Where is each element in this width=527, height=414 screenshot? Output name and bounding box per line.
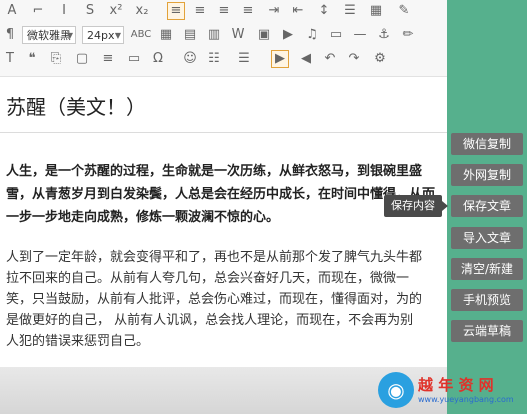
video-icon[interactable]: ▶ bbox=[280, 27, 296, 43]
word-icon[interactable]: W bbox=[230, 27, 246, 43]
web-copy-button[interactable]: 外网复制 bbox=[451, 164, 523, 186]
pen-icon[interactable]: ✏ bbox=[400, 27, 416, 43]
rtl-icon[interactable]: ◀ bbox=[298, 51, 314, 67]
quote-icon[interactable]: ❝ bbox=[24, 51, 40, 67]
insert-col-icon[interactable]: ▥ bbox=[206, 27, 222, 43]
emoji-icon[interactable]: ☺ bbox=[182, 51, 198, 67]
table-icon[interactable]: ▦ bbox=[368, 3, 384, 19]
article-title[interactable]: 苏醒（美文！） bbox=[6, 91, 146, 120]
paragraph-icon[interactable]: ¶ bbox=[2, 27, 18, 43]
save-tooltip: 保存内容 bbox=[384, 195, 448, 217]
image-icon[interactable]: ▣ bbox=[256, 27, 272, 43]
site-watermark: ◉ 越 年 资 网 www.yueyangbang.com bbox=[378, 368, 527, 414]
font-family-select[interactable]: 微软雅黑 ▼ bbox=[22, 26, 76, 44]
italic-icon[interactable]: I bbox=[56, 3, 72, 19]
body-paragraph[interactable]: 人到了一定年龄，就会变得平和了，再也不是从前那个发了脾气九头牛都拉不回来的自己。… bbox=[6, 247, 426, 352]
font-size-value: 24px bbox=[87, 29, 115, 42]
unordered-list-icon[interactable]: ☰ bbox=[236, 51, 252, 67]
editor-toolbar: A ⌐ I S x² x₂ ≡ ≡ ≡ ≡ ⇥ ⇤ ↕ ☰ ▦ ✎ ¶ 微软雅黑… bbox=[0, 0, 447, 77]
clear-new-button[interactable]: 清空/新建 bbox=[451, 258, 523, 280]
ltr-icon[interactable]: ▶ bbox=[271, 50, 289, 68]
toolbar-row-1: A ⌐ I S x² x₂ ≡ ≡ ≡ ≡ ⇥ ⇤ ↕ ☰ ▦ ✎ bbox=[0, 0, 447, 22]
format-painter-icon[interactable]: ▢ bbox=[74, 51, 90, 67]
indent-icon[interactable]: ⇥ bbox=[266, 3, 282, 19]
text-icon[interactable]: T bbox=[2, 51, 18, 67]
music-icon[interactable]: ♫ bbox=[304, 27, 320, 43]
chevron-down-icon: ▼ bbox=[114, 31, 121, 40]
source-icon[interactable]: ⚙ bbox=[372, 51, 388, 67]
format-icon[interactable]: ⎘ bbox=[48, 51, 64, 67]
subscript-icon[interactable]: x₂ bbox=[134, 3, 150, 19]
doc-icon[interactable]: ▭ bbox=[126, 51, 142, 67]
hr-icon[interactable]: ≡ bbox=[100, 51, 116, 67]
wechat-copy-button[interactable]: 微信复制 bbox=[451, 133, 523, 155]
align-left-icon[interactable]: ≡ bbox=[167, 2, 185, 20]
cloud-draft-button[interactable]: 云端草稿 bbox=[451, 320, 523, 342]
case-icon[interactable]: ABC bbox=[130, 27, 152, 43]
editor-content[interactable]: 苏醒（美文！） 人生，是一个苏醒的过程，生命就是一次历练，从鲜衣怒马，到银碗里盛… bbox=[0, 77, 447, 414]
watermark-url: www.yueyangbang.com bbox=[418, 395, 514, 404]
undo-icon[interactable]: ↶ bbox=[322, 51, 338, 67]
strikethrough-icon[interactable]: S bbox=[82, 3, 98, 19]
mobile-preview-button[interactable]: 手机预览 bbox=[451, 289, 523, 311]
font-size-select[interactable]: 24px ▼ bbox=[82, 26, 124, 44]
superscript-icon[interactable]: x² bbox=[108, 3, 124, 19]
import-article-button[interactable]: 导入文章 bbox=[451, 227, 523, 249]
line-height-icon[interactable]: ↕ bbox=[316, 3, 332, 19]
toolbar-row-2: ¶ 微软雅黑 ▼ 24px ▼ ABC ▦ ▤ ▥ W ▣ ▶ ♫ ▭ — ⚓ … bbox=[0, 24, 447, 46]
align-center-icon[interactable]: ≡ bbox=[192, 3, 208, 19]
chevron-down-icon: ▼ bbox=[66, 31, 73, 40]
highlight-icon[interactable]: ⌐ bbox=[30, 3, 46, 19]
font-color-icon[interactable]: A bbox=[4, 3, 20, 19]
action-sidebar: 微信复制 外网复制 保存文章 导入文章 清空/新建 手机预览 云端草稿 bbox=[447, 0, 527, 414]
toolbar-row-3: T ❝ ⎘ ▢ ≡ ▭ Ω ☺ ☷ ☰ ▶ ◀ ↶ ↷ ⚙ bbox=[0, 48, 447, 70]
align-justify-icon[interactable]: ≡ bbox=[240, 3, 256, 19]
redo-icon[interactable]: ↷ bbox=[346, 51, 362, 67]
outdent-icon[interactable]: ⇤ bbox=[290, 3, 306, 19]
ordered-list-icon[interactable]: ☷ bbox=[206, 51, 222, 67]
watermark-logo-icon: ◉ bbox=[378, 372, 414, 408]
code-icon[interactable]: ▭ bbox=[328, 27, 344, 43]
title-divider bbox=[0, 132, 447, 133]
watermark-name: 越 年 资 网 bbox=[418, 376, 494, 394]
table-icon[interactable]: ▦ bbox=[158, 27, 174, 43]
lead-paragraph[interactable]: 人生，是一个苏醒的过程，生命就是一次历练，从鲜衣怒马，到银碗里盛雪，从青葱岁月到… bbox=[6, 160, 446, 229]
align-right-icon[interactable]: ≡ bbox=[216, 3, 232, 19]
font-family-value: 微软雅黑 bbox=[27, 29, 71, 42]
save-article-button[interactable]: 保存文章 bbox=[451, 195, 523, 217]
pen-icon[interactable]: ✎ bbox=[396, 3, 412, 19]
insert-row-icon[interactable]: ▤ bbox=[182, 27, 198, 43]
list-icon[interactable]: ☰ bbox=[342, 3, 358, 19]
minus-icon[interactable]: — bbox=[352, 27, 368, 43]
anchor-icon[interactable]: ⚓ bbox=[376, 27, 392, 43]
special-char-icon[interactable]: Ω bbox=[150, 51, 166, 67]
